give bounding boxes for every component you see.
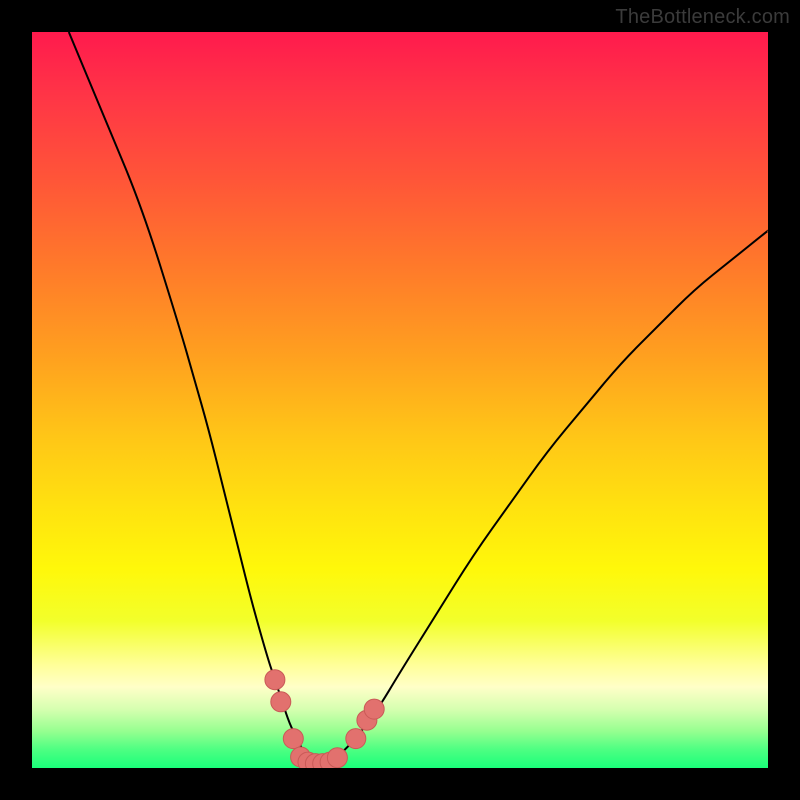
curve-marker [283, 729, 303, 749]
curve-marker [271, 692, 291, 712]
curve-marker [346, 729, 366, 749]
chart-frame: TheBottleneck.com [0, 0, 800, 800]
curve-layer [32, 32, 768, 768]
curve-marker [265, 670, 285, 690]
curve-marker [327, 748, 347, 768]
curve-markers [265, 670, 384, 768]
watermark-text: TheBottleneck.com [615, 6, 790, 29]
bottleneck-curve [69, 32, 768, 764]
curve-marker [364, 699, 384, 719]
plot-area [32, 32, 768, 768]
